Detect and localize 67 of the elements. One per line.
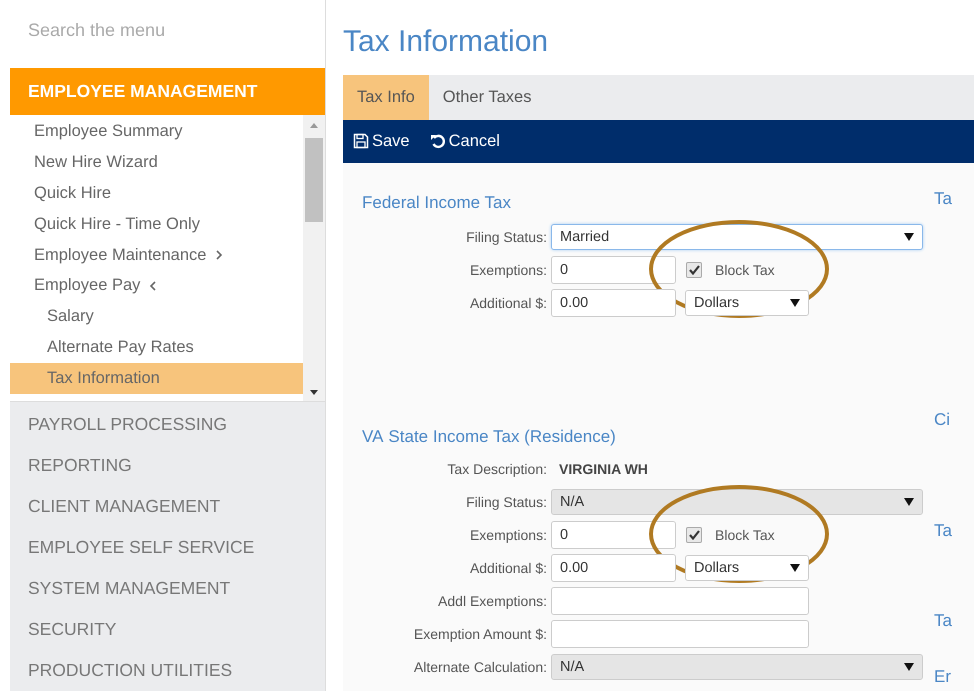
section-title: Er	[934, 667, 952, 688]
section-title: Ta	[934, 189, 952, 210]
input-field[interactable]: 0.00	[551, 554, 676, 582]
dropdown-arrow-icon	[790, 564, 800, 572]
cancel-button[interactable]: Cancel	[430, 132, 500, 151]
menu-item[interactable]: Employee Pay	[10, 270, 303, 302]
scrollbar[interactable]	[303, 115, 325, 402]
field-label: Exemption Amount $:	[412, 626, 548, 642]
menu-item[interactable]: Salary	[10, 301, 303, 332]
menu-item[interactable]: Tax Information	[10, 362, 303, 394]
dropdown[interactable]: Dollars	[685, 290, 809, 316]
input-field[interactable]: 0.00	[551, 288, 676, 316]
menu-section-header[interactable]: SYSTEM MANAGEMENT	[10, 568, 325, 610]
checkbox[interactable]	[686, 262, 702, 278]
field-label: Alternate Calculation:	[412, 658, 548, 674]
input-field[interactable]: 0	[551, 256, 676, 284]
scroll-up-icon	[310, 123, 318, 128]
section-title: Ta	[934, 611, 952, 632]
scroll-thumb[interactable]	[305, 138, 323, 222]
dropdown[interactable]: Dollars	[685, 554, 809, 580]
page-title: Tax Information	[343, 24, 550, 60]
checkmark-icon	[688, 264, 700, 274]
menu-section-header[interactable]: SECURITY	[10, 609, 325, 650]
dropdown-arrow-icon	[904, 232, 914, 240]
menu-item[interactable]: Quick Hire	[10, 178, 303, 209]
field-label: Filing Status:	[465, 228, 548, 244]
checkmark-icon	[688, 530, 700, 540]
menu-item[interactable]: Quick Hire - Time Only	[10, 208, 303, 240]
save-button[interactable]: Save	[353, 132, 410, 151]
search-field[interactable]: Search the menu	[10, 20, 308, 41]
section-title: Ci	[934, 410, 952, 431]
menu-section-header[interactable]: PRODUCTION UTILITIES	[10, 650, 325, 691]
input-field[interactable]	[551, 586, 809, 614]
field-value: VIRGINIA WH	[558, 460, 648, 476]
dropdown-arrow-icon	[790, 298, 800, 306]
undo-icon	[430, 133, 446, 150]
field-label: Additional $:	[468, 294, 548, 310]
menu-item[interactable]: Employee Maintenance	[10, 240, 303, 270]
field-label: Filing Status:	[465, 494, 548, 510]
field-label: Tax Description:	[446, 460, 548, 476]
checkbox-label: Block Tax	[715, 262, 775, 278]
menu-item[interactable]: New Hire Wizard	[10, 147, 303, 178]
dropdown-arrow-icon	[904, 662, 914, 670]
checkbox-label: Block Tax	[715, 526, 775, 542]
tab[interactable]: Tax Info	[343, 75, 429, 120]
section-title: Federal Income Tax	[362, 193, 511, 213]
state-code: VA	[362, 427, 384, 447]
dropdown[interactable]: Married	[551, 224, 923, 250]
menu-item[interactable]: Employee Summary	[10, 116, 303, 148]
section-title: Ta	[934, 521, 952, 542]
save-icon	[353, 133, 369, 150]
menu-item[interactable]: Alternate Pay Rates	[10, 332, 303, 363]
field-label: Exemptions:	[468, 526, 548, 542]
menu-section-header[interactable]: EMPLOYEE SELF SERVICE	[10, 527, 325, 568]
menu-section-header[interactable]: REPORTING	[10, 445, 325, 486]
menu-section-header[interactable]: PAYROLL PROCESSING	[10, 404, 325, 446]
field-label: Additional $:	[468, 560, 548, 576]
scroll-down-icon	[310, 390, 318, 396]
field-label: Addl Exemptions:	[437, 592, 548, 608]
field-label: Exemptions:	[468, 262, 548, 278]
tab[interactable]: Other Taxes	[428, 75, 546, 120]
section-title: State Income Tax (Residence)	[388, 427, 616, 447]
menu-section-header[interactable]: CLIENT MANAGEMENT	[10, 486, 325, 528]
checkbox[interactable]	[686, 526, 702, 542]
input-field[interactable]: 0	[551, 520, 676, 548]
input-field[interactable]	[551, 620, 809, 648]
dropdown-arrow-icon	[904, 498, 914, 506]
